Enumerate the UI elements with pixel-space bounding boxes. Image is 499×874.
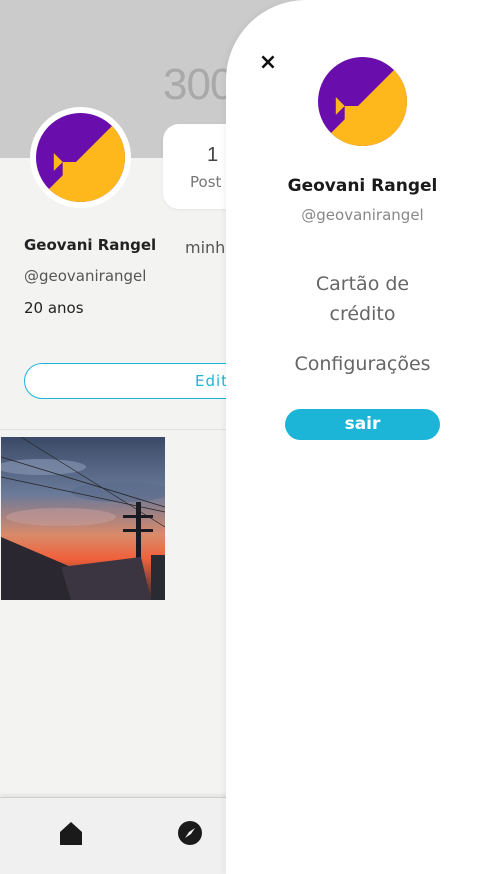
drawer-user-name: Geovani Rangel — [287, 176, 438, 196]
profile-avatar[interactable] — [30, 107, 131, 208]
posts-label: Post — [190, 173, 222, 191]
post-thumbnail[interactable] — [1, 437, 165, 600]
avatar-logo-icon — [318, 57, 407, 146]
compass-icon[interactable] — [177, 820, 203, 846]
profile-age: 20 anos — [24, 299, 84, 317]
post-image — [1, 437, 165, 600]
side-drawer: × Geovani Rangel @geovanirangel Cartão d… — [226, 0, 499, 874]
edit-profile-label: Edit — [195, 372, 229, 390]
profile-bio: minh — [185, 238, 226, 257]
cover-text: 300 — [163, 60, 234, 109]
drawer-avatar — [318, 57, 407, 146]
avatar-logo-icon — [36, 113, 125, 202]
menu-credit-card-line1: Cartão de — [315, 273, 410, 295]
close-icon[interactable]: × — [257, 52, 279, 74]
profile-name: Geovani Rangel — [24, 236, 157, 254]
drawer-username: @geovanirangel — [301, 206, 424, 224]
logout-button[interactable]: sair — [285, 409, 440, 440]
profile-username: @geovanirangel — [24, 267, 147, 285]
menu-credit-card[interactable]: Cartão de crédito — [226, 269, 499, 329]
posts-count: 1 — [207, 144, 219, 166]
home-icon[interactable] — [58, 820, 84, 846]
menu-credit-card-line2: crédito — [329, 303, 396, 325]
menu-settings[interactable]: Configurações — [226, 349, 499, 379]
